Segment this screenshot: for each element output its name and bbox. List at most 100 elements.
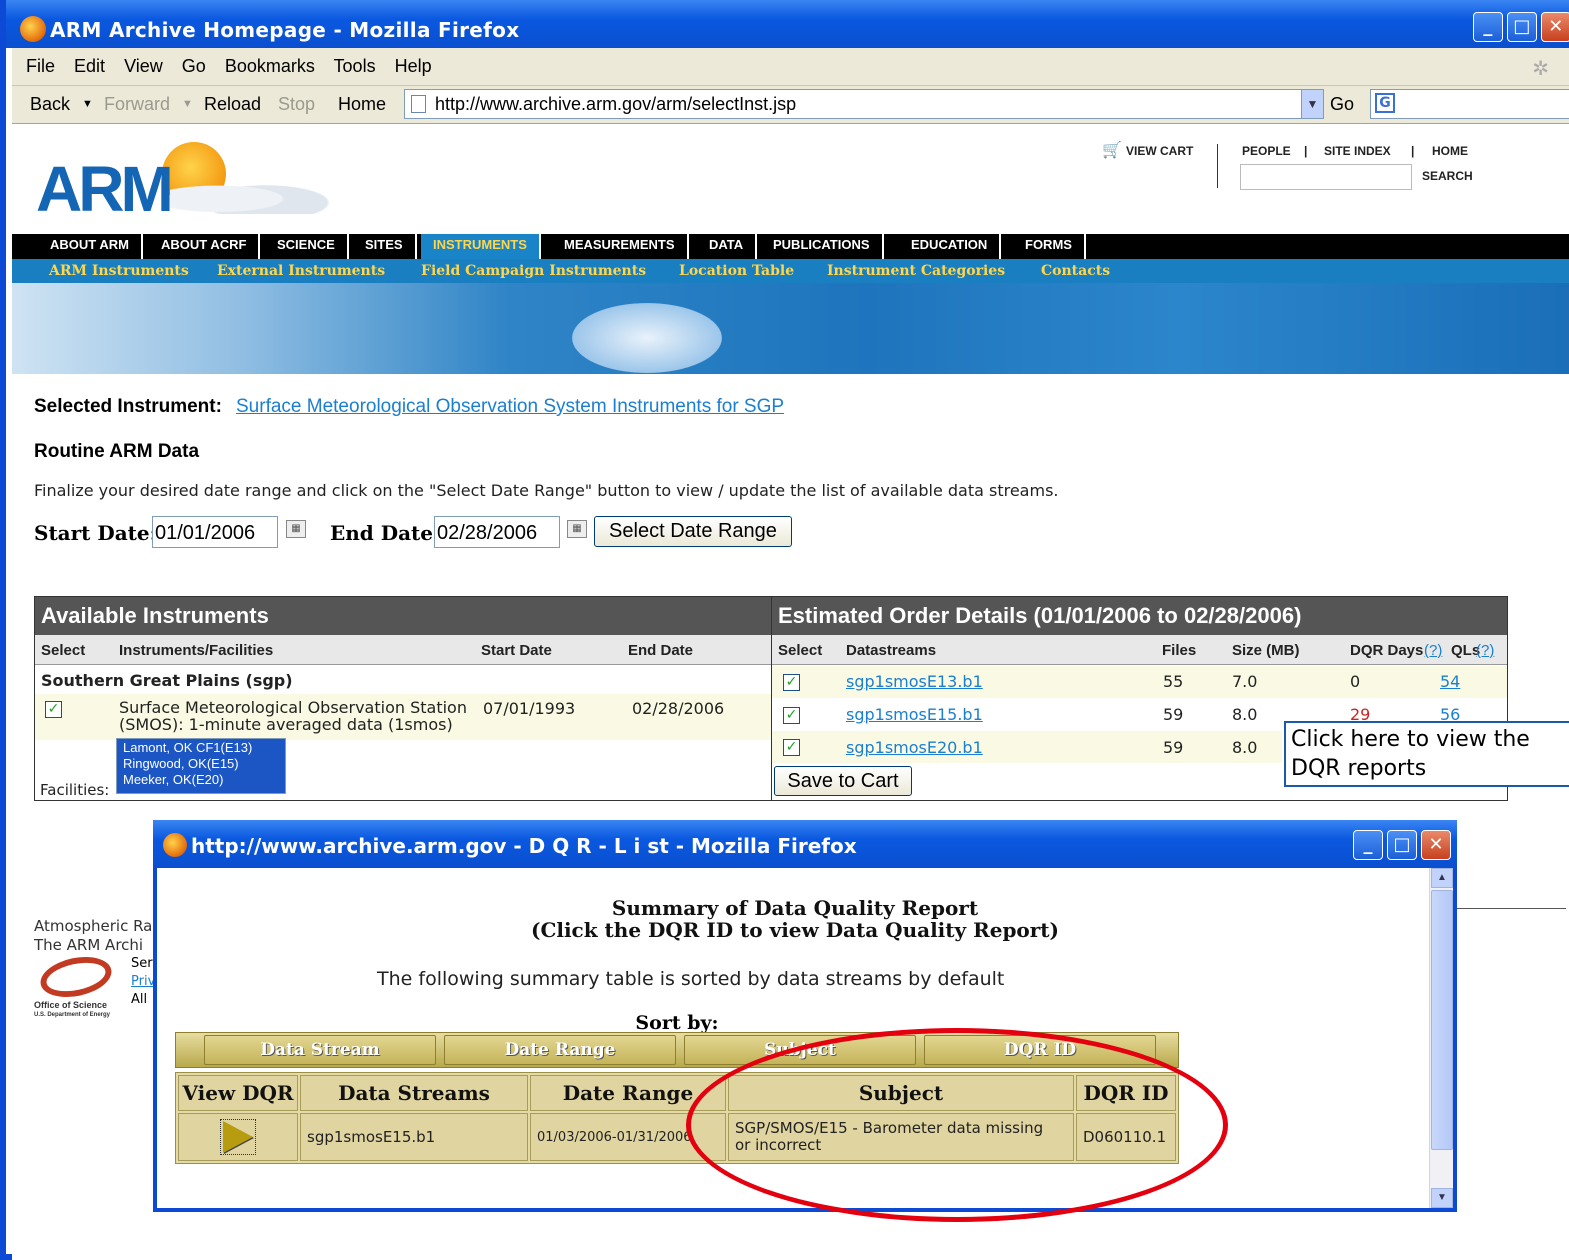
reload-button[interactable]: Reload: [204, 94, 261, 115]
nav-about-arm[interactable]: ABOUT ARM: [38, 234, 143, 259]
forward-button[interactable]: Forward: [104, 94, 170, 115]
url-field[interactable]: http://www.archive.arm.gov/arm/selectIns…: [404, 89, 1324, 119]
start-calendar-icon[interactable]: ▦: [286, 520, 306, 538]
facility-option[interactable]: Meeker, OK(E20): [123, 772, 279, 788]
start-date-label: Start Date:: [34, 521, 158, 545]
minimize-button[interactable]: _: [1473, 12, 1503, 42]
start-date-input[interactable]: [152, 516, 278, 548]
people-link[interactable]: PEOPLE: [1242, 144, 1291, 158]
size-value: 7.0: [1232, 672, 1258, 691]
back-button[interactable]: Back: [30, 94, 70, 115]
popup-maximize-button[interactable]: □: [1387, 830, 1417, 860]
forward-dropdown-icon[interactable]: ▼: [182, 98, 193, 110]
end-calendar-icon[interactable]: ▦: [567, 520, 587, 538]
files-count: 59: [1163, 738, 1184, 757]
menu-view[interactable]: View: [124, 56, 163, 76]
datastream-checkbox[interactable]: ✓: [783, 739, 800, 756]
dqr-callout: Click here to view the DQR reports: [1284, 721, 1569, 787]
subnav-arm-instruments[interactable]: ARM Instruments: [49, 263, 189, 279]
nav-sites[interactable]: SITES: [353, 234, 417, 259]
col-instruments: Instruments/Facilities: [119, 642, 274, 659]
site-search-input[interactable]: [1240, 164, 1412, 190]
site-index-link[interactable]: SITE INDEX: [1324, 144, 1391, 158]
menu-bookmarks[interactable]: Bookmarks: [225, 56, 315, 76]
nav-forms[interactable]: FORMS: [1013, 234, 1086, 259]
menu-tools[interactable]: Tools: [334, 56, 376, 76]
firefox-icon: [20, 16, 46, 42]
site-name: Southern Great Plains (sgp): [41, 671, 293, 690]
popup-close-button[interactable]: ✕: [1421, 830, 1451, 860]
nav-education[interactable]: EDUCATION: [899, 234, 1002, 259]
instrument-start: 07/01/1993: [483, 699, 576, 718]
menu-edit[interactable]: Edit: [74, 56, 105, 76]
separator: |: [1411, 144, 1415, 158]
datastream-link[interactable]: sgp1smosE15.b1: [846, 705, 983, 724]
subnav-instrument-categories[interactable]: Instrument Categories: [827, 263, 1005, 279]
view-dqr-button[interactable]: [220, 1119, 256, 1155]
window-title: ARM Archive Homepage - Mozilla Firefox: [50, 18, 520, 42]
subnav-external-instruments[interactable]: External Instruments: [217, 263, 385, 279]
menu-file[interactable]: File: [26, 56, 55, 76]
qls-help-link[interactable]: (?): [1476, 642, 1494, 659]
close-button[interactable]: ✕: [1541, 12, 1569, 42]
home-link[interactable]: HOME: [1432, 144, 1468, 158]
nav-instruments[interactable]: INSTRUMENTS: [421, 234, 541, 259]
search-button[interactable]: SEARCH: [1422, 169, 1473, 183]
nav-science[interactable]: SCIENCE: [265, 234, 349, 259]
dqr-help-link[interactable]: (?): [1424, 642, 1442, 659]
go-button[interactable]: Go: [1330, 94, 1354, 115]
sort-data-stream-button[interactable]: Data Stream: [204, 1035, 436, 1065]
qls-link[interactable]: 54: [1440, 672, 1460, 691]
stop-button[interactable]: Stop: [278, 94, 315, 115]
datastream-checkbox[interactable]: ✓: [783, 707, 800, 724]
home-button[interactable]: Home: [338, 94, 386, 115]
subnav-location-table[interactable]: Location Table: [679, 263, 794, 279]
selected-instrument-link[interactable]: Surface Meteorological Observation Syste…: [236, 396, 784, 418]
select-date-range-button[interactable]: Select Date Range: [594, 516, 792, 547]
nav-data[interactable]: DATA: [697, 234, 758, 259]
search-field[interactable]: G: [1370, 89, 1569, 119]
scroll-down-icon[interactable]: ▼: [1431, 1188, 1453, 1208]
col-end-date: End Date: [628, 642, 694, 659]
col-data-streams: Data Streams: [300, 1075, 528, 1111]
datastream-link[interactable]: sgp1smosE20.b1: [846, 738, 983, 757]
cart-icon[interactable]: 🛒: [1102, 140, 1122, 160]
footer-privacy-link[interactable]: Priv: [131, 974, 155, 989]
save-to-cart-button[interactable]: Save to Cart: [774, 766, 912, 796]
view-dqr-cell: [178, 1113, 298, 1161]
maximize-button[interactable]: □: [1507, 12, 1537, 42]
size-value: 8.0: [1232, 738, 1258, 757]
instrument-end: 02/28/2006: [632, 699, 725, 718]
facility-option[interactable]: Lamont, OK CF1(E13): [123, 740, 279, 756]
header-banner: [12, 283, 1569, 374]
view-cart-link[interactable]: VIEW CART: [1126, 144, 1193, 158]
back-dropdown-icon[interactable]: ▼: [82, 98, 93, 110]
end-date-input[interactable]: [434, 516, 560, 548]
scroll-up-icon[interactable]: ▲: [1431, 868, 1453, 888]
doe-office-of-science-logo[interactable]: Office of Science U.S. Department of Ener…: [34, 950, 118, 1018]
doe-logo-text: Office of Science: [34, 1000, 108, 1010]
popup-minimize-button[interactable]: _: [1353, 830, 1383, 860]
datastream-checkbox[interactable]: ✓: [783, 674, 800, 691]
section-heading: Routine ARM Data: [34, 441, 200, 462]
sort-date-range-button[interactable]: Date Range: [444, 1035, 676, 1065]
arm-logo-cloud: [170, 176, 330, 214]
nav-publications[interactable]: PUBLICATIONS: [761, 234, 884, 259]
header-divider: [1217, 144, 1218, 188]
scroll-thumb[interactable]: [1431, 890, 1453, 1150]
col-datastreams: Datastreams: [846, 642, 937, 659]
datastream-link[interactable]: sgp1smosE13.b1: [846, 672, 983, 691]
subnav-field-campaign[interactable]: Field Campaign Instruments: [421, 263, 646, 279]
subnav-contacts[interactable]: Contacts: [1041, 263, 1110, 279]
menu-help[interactable]: Help: [395, 56, 432, 76]
instrument-checkbox[interactable]: ✓: [45, 701, 62, 718]
facility-option[interactable]: Ringwood, OK(E15): [123, 756, 279, 772]
browser-window: ARM Archive Homepage - Mozilla Firefox _…: [0, 0, 1569, 1260]
menu-go[interactable]: Go: [182, 56, 206, 76]
url-dropdown-icon[interactable]: ▼: [1301, 90, 1323, 118]
arm-logo[interactable]: ARM: [36, 152, 174, 226]
nav-about-acrf[interactable]: ABOUT ACRF: [149, 234, 261, 259]
facilities-listbox[interactable]: Lamont, OK CF1(E13) Ringwood, OK(E15) Me…: [116, 738, 286, 794]
nav-measurements[interactable]: MEASUREMENTS: [552, 234, 689, 259]
footer-divider: [1454, 908, 1566, 909]
